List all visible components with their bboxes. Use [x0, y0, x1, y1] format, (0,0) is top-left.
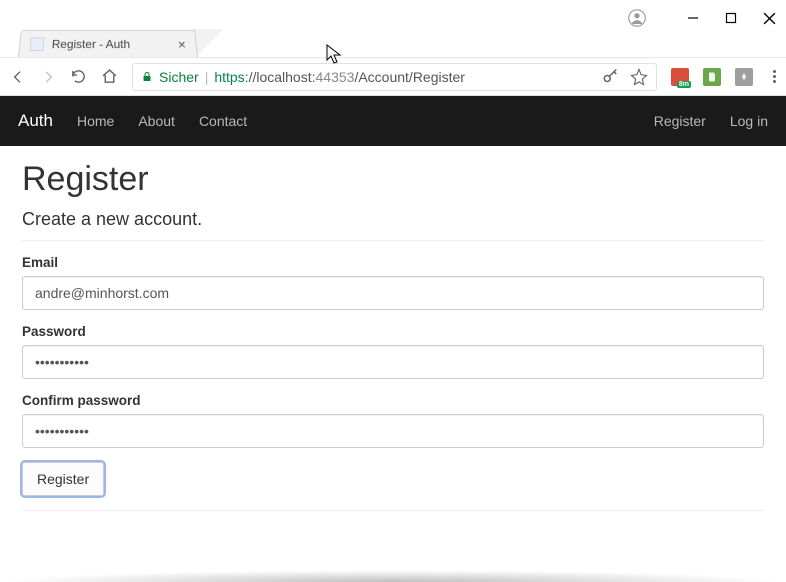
bookmark-star-icon[interactable]: [630, 68, 648, 86]
confirm-password-field[interactable]: [22, 414, 764, 448]
extension-pdf-icon[interactable]: [735, 68, 753, 86]
maximize-button[interactable]: [724, 11, 738, 25]
user-profile-icon[interactable]: [628, 9, 646, 27]
minimize-button[interactable]: [686, 11, 700, 25]
nav-link-register[interactable]: Register: [654, 113, 706, 129]
brand[interactable]: Auth: [18, 111, 53, 131]
shadow-decoration: [0, 570, 786, 582]
divider: [22, 240, 764, 241]
new-tab-button[interactable]: [194, 29, 224, 57]
confirm-password-label: Confirm password: [22, 393, 764, 408]
page-title: Register: [22, 160, 764, 199]
app-navbar: Auth Home About Contact Register Log in: [0, 96, 786, 146]
reload-button[interactable]: [70, 68, 87, 85]
page-content: Register Create a new account. Email Pas…: [0, 146, 786, 539]
close-window-button[interactable]: [762, 11, 776, 25]
back-button[interactable]: [10, 69, 26, 85]
nav-link-about[interactable]: About: [138, 113, 175, 129]
lock-icon: [141, 71, 153, 83]
close-tab-icon[interactable]: ×: [177, 36, 186, 51]
nav-link-login[interactable]: Log in: [730, 113, 768, 129]
key-icon[interactable]: [602, 68, 620, 86]
password-field[interactable]: [22, 345, 764, 379]
menu-button[interactable]: [773, 70, 776, 83]
tab-title: Register - Auth: [51, 37, 130, 51]
browser-tab[interactable]: Register - Auth ×: [18, 30, 198, 57]
url-text: https://localhost:44353/Account/Register: [214, 69, 465, 85]
home-button[interactable]: [101, 68, 118, 85]
email-label: Email: [22, 255, 764, 270]
divider-bottom: [22, 510, 764, 511]
favicon-icon: [30, 37, 45, 51]
address-bar-row: Sicher | https://localhost:44353/Account…: [0, 58, 786, 96]
subtitle: Create a new account.: [22, 209, 764, 230]
forward-button: [40, 69, 56, 85]
extension-evernote-icon[interactable]: [703, 68, 721, 86]
omnibox[interactable]: Sicher | https://localhost:44353/Account…: [132, 63, 657, 91]
password-label: Password: [22, 324, 764, 339]
nav-link-contact[interactable]: Contact: [199, 113, 247, 129]
email-field[interactable]: [22, 276, 764, 310]
extension-icon-1[interactable]: [671, 68, 689, 86]
tab-strip: Register - Auth ×: [0, 30, 786, 58]
nav-link-home[interactable]: Home: [77, 113, 114, 129]
register-button[interactable]: Register: [22, 462, 104, 496]
secure-label: Sicher: [159, 69, 199, 85]
omnibox-divider: |: [205, 69, 209, 85]
